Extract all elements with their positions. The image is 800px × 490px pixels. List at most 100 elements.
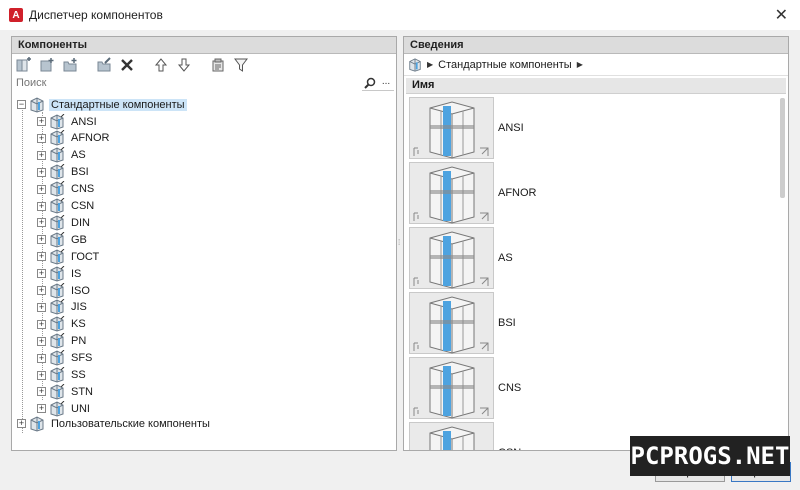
tree-item[interactable]: + JIS <box>37 299 89 316</box>
details-list-item[interactable]: CSN <box>409 421 521 450</box>
expand-icon[interactable]: + <box>37 302 46 312</box>
add-category-icon[interactable] <box>37 56 57 74</box>
library-thumbnail-icon <box>413 101 489 159</box>
tree-item[interactable]: + KS <box>37 316 88 333</box>
move-down-icon[interactable] <box>174 56 194 74</box>
tree-item-label: DIN <box>71 216 90 229</box>
library-icon <box>50 198 65 214</box>
library-icon <box>50 147 65 163</box>
expand-icon[interactable]: + <box>37 269 46 279</box>
tree-item[interactable]: + PN <box>37 333 88 350</box>
details-list-item[interactable]: AS <box>409 226 513 290</box>
library-thumbnail-icon <box>413 166 489 224</box>
search-input[interactable] <box>14 75 362 91</box>
item-thumbnail[interactable] <box>409 227 494 289</box>
tree-item[interactable]: + ГОСТ <box>37 248 101 265</box>
item-label: CNS <box>498 382 522 394</box>
delete-icon[interactable] <box>117 56 137 74</box>
tree-root-user[interactable]: + Пользовательские компоненты <box>17 415 212 432</box>
tree-item-label: GB <box>71 233 87 246</box>
search-icon[interactable] <box>362 76 378 91</box>
expand-icon[interactable]: + <box>37 252 46 262</box>
tree-item[interactable]: + SFS <box>37 350 94 367</box>
expand-icon[interactable]: + <box>37 336 46 346</box>
tree-item[interactable]: + DIN <box>37 214 92 231</box>
item-thumbnail[interactable] <box>409 97 494 159</box>
expand-icon[interactable]: + <box>37 235 46 245</box>
details-list-item[interactable]: ANSI <box>409 96 524 160</box>
expand-icon[interactable]: + <box>37 286 46 295</box>
item-thumbnail[interactable] <box>409 292 494 354</box>
library-icon <box>50 367 65 383</box>
scroll-thumb[interactable] <box>780 98 785 198</box>
library-icon <box>50 214 65 231</box>
library-icon <box>50 248 65 265</box>
expand-icon[interactable]: + <box>37 150 46 160</box>
library-icon <box>50 181 65 197</box>
tree-item[interactable]: + CSN <box>37 198 96 215</box>
tree-item-label: PN <box>71 335 87 348</box>
expand-icon[interactable]: + <box>37 184 46 194</box>
tree-item[interactable]: + AS <box>37 147 88 164</box>
expand-icon[interactable]: + <box>37 218 46 228</box>
expand-icon[interactable]: + <box>37 201 46 211</box>
details-list-item[interactable]: BSI <box>409 291 516 355</box>
expand-icon[interactable]: + <box>37 133 46 143</box>
search-row: ... <box>14 75 394 91</box>
expand-icon[interactable]: + <box>37 387 46 397</box>
tree-item[interactable]: + STN <box>37 383 95 400</box>
components-panel: Компоненты Поиск ... − Стандартные компо… <box>11 36 397 451</box>
tree-item[interactable]: + ANSI <box>37 113 99 130</box>
library-icon <box>30 96 44 113</box>
close-icon[interactable]: ✕ <box>775 5 788 25</box>
item-label: AFNOR <box>498 187 537 199</box>
tree-item[interactable]: + AFNOR <box>37 130 112 147</box>
tree-item[interactable]: + GB <box>37 231 89 248</box>
expand-icon[interactable]: + <box>37 117 46 126</box>
tree-item-label: UNI <box>71 402 90 415</box>
tree-item-label: ГОСТ <box>71 250 100 263</box>
search-options-button[interactable]: ... <box>378 76 394 91</box>
library-icon <box>50 299 65 315</box>
components-panel-header: Компоненты <box>12 37 396 54</box>
tree-item[interactable]: + IS <box>37 265 83 282</box>
details-list-item[interactable]: AFNOR <box>409 161 537 225</box>
item-thumbnail[interactable] <box>409 422 494 450</box>
properties-icon[interactable] <box>208 56 228 74</box>
details-list-item[interactable]: CNS <box>409 356 521 420</box>
move-up-icon[interactable] <box>151 56 171 74</box>
expand-icon[interactable]: + <box>37 353 46 363</box>
library-icon <box>50 282 65 299</box>
chevron-right-icon[interactable]: ▶ <box>427 60 433 69</box>
edit-icon[interactable] <box>94 56 114 74</box>
item-thumbnail[interactable] <box>409 357 494 419</box>
expand-icon[interactable]: + <box>37 404 46 414</box>
library-icon <box>50 130 65 146</box>
tree-root-standard[interactable]: − Стандартные компоненты <box>17 96 187 113</box>
tree-item[interactable]: + ISO <box>37 282 92 299</box>
tree-label-user: Пользовательские компоненты <box>51 417 210 430</box>
breadcrumb: ▶ Стандартные компоненты ▶ <box>404 54 788 76</box>
tree-item-label: AS <box>71 149 86 162</box>
expand-icon[interactable]: + <box>37 319 46 329</box>
tree-item[interactable]: + BSI <box>37 164 91 181</box>
filter-icon[interactable] <box>231 56 251 74</box>
details-list: ANSI AFNOR AS BSI CNS CSN <box>407 96 779 450</box>
add-component-icon[interactable] <box>60 56 80 74</box>
collapse-icon[interactable]: − <box>17 100 26 109</box>
expand-icon[interactable]: + <box>37 370 46 380</box>
add-library-icon[interactable] <box>14 56 34 74</box>
tree-item[interactable]: + CNS <box>37 181 96 198</box>
chevron-right-icon[interactable]: ▶ <box>577 60 583 69</box>
expand-icon[interactable]: + <box>17 419 26 428</box>
breadcrumb-item[interactable]: Стандартные компоненты <box>438 59 572 71</box>
expand-icon[interactable]: + <box>37 167 46 177</box>
splitter-handle[interactable]: ⁞ <box>398 238 400 247</box>
library-thumbnail-icon <box>429 426 475 450</box>
tree-item[interactable]: + SS <box>37 367 88 384</box>
column-header-name[interactable]: Имя <box>406 78 786 94</box>
item-thumbnail[interactable] <box>409 162 494 224</box>
scrollbar[interactable] <box>779 96 787 450</box>
library-icon <box>50 383 65 400</box>
library-icon <box>50 316 65 332</box>
